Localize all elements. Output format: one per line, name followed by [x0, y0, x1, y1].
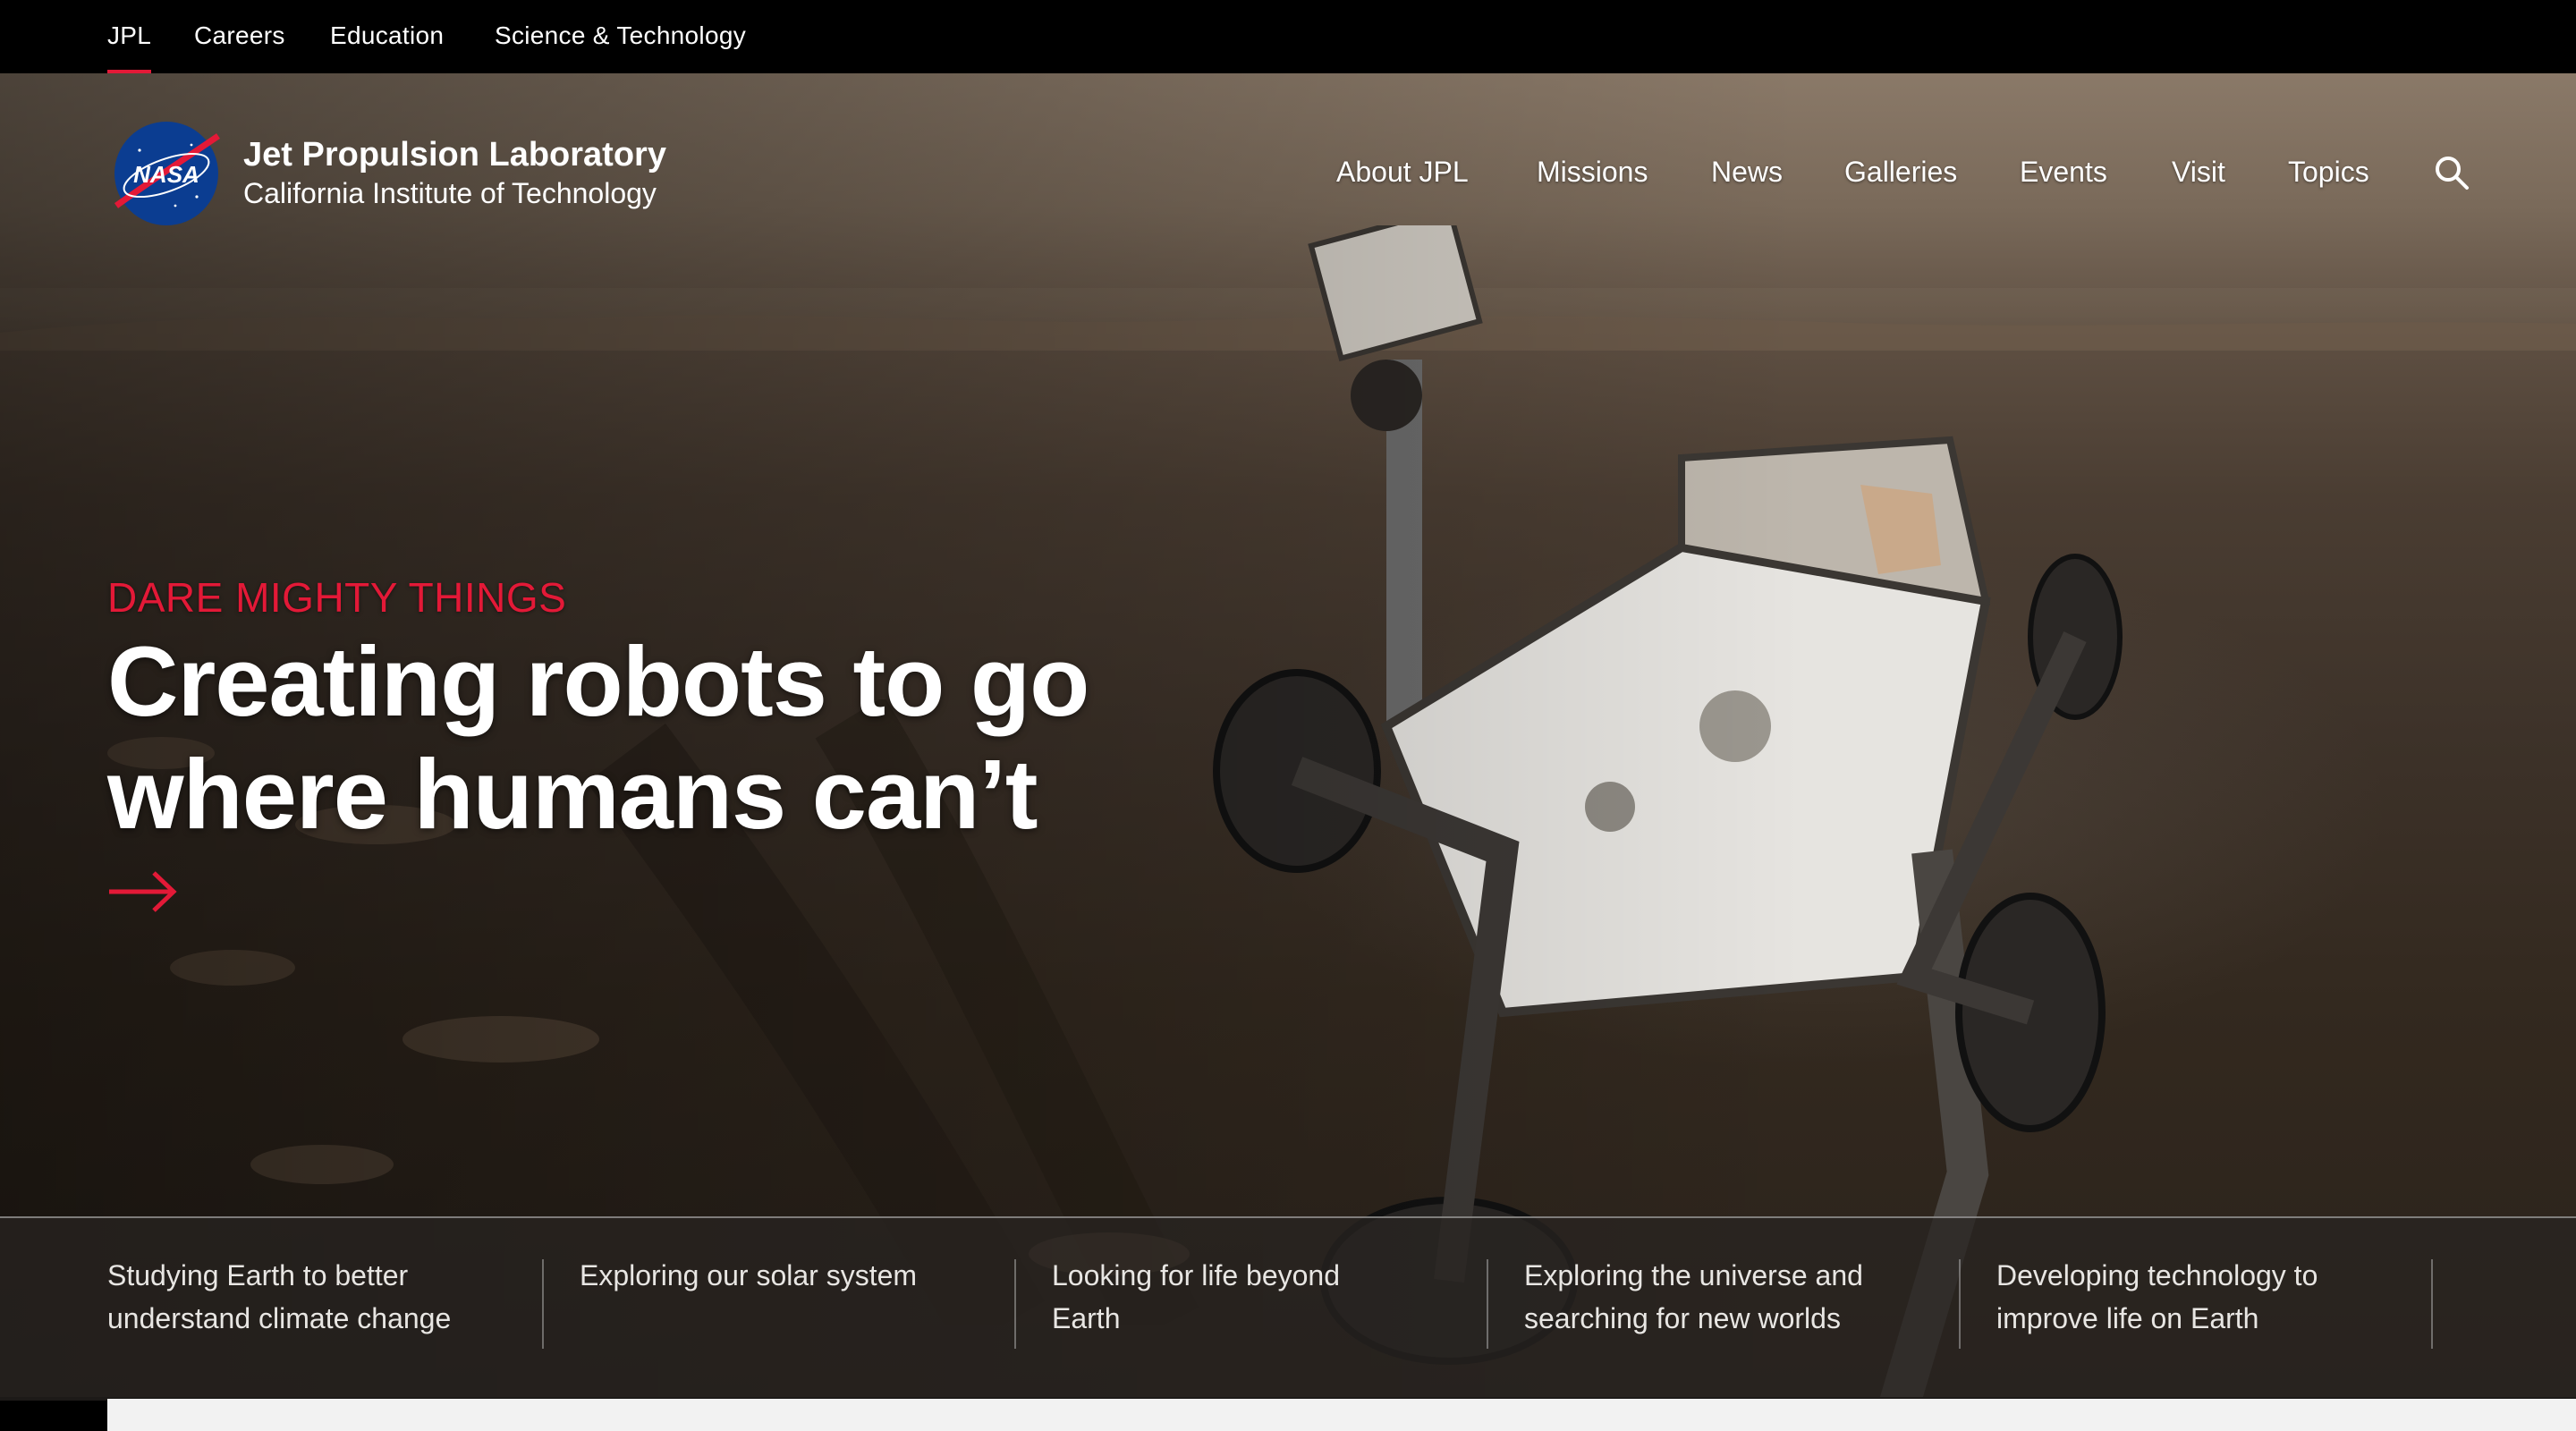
topic-earth-climate[interactable]: Studying Earth to better understand clim…	[107, 1254, 501, 1340]
top-link-careers[interactable]: Careers	[194, 20, 285, 52]
hero-headline-line-1: Creating robots to go	[107, 627, 1089, 737]
topic-divider	[1959, 1259, 1961, 1349]
search-icon[interactable]	[2433, 154, 2470, 191]
top-link-education[interactable]: Education	[330, 20, 444, 52]
topic-divider	[2431, 1259, 2433, 1349]
topic-divider	[542, 1259, 544, 1349]
topic-line-1: Developing technology to	[1996, 1259, 2318, 1291]
topic-solar-system[interactable]: Exploring our solar system	[580, 1254, 973, 1297]
topic-technology-earth[interactable]: Developing technology to improve life on…	[1996, 1254, 2390, 1340]
topic-line-2: Earth	[1052, 1302, 1121, 1334]
top-link-jpl[interactable]: JPL	[107, 20, 152, 73]
topic-life-beyond-earth[interactable]: Looking for life beyond Earth	[1052, 1254, 1445, 1340]
nav-missions[interactable]: Missions	[1537, 152, 1648, 191]
topic-line-1: Exploring our solar system	[580, 1259, 918, 1291]
topic-universe-worlds[interactable]: Exploring the universe and searching for…	[1524, 1254, 1918, 1340]
topic-line-1: Looking for life beyond	[1052, 1259, 1340, 1291]
nav-galleries[interactable]: Galleries	[1844, 152, 1957, 191]
topics-strip: Studying Earth to better understand clim…	[0, 1216, 2576, 1401]
nav-topics[interactable]: Topics	[2288, 152, 2369, 191]
top-link-science-technology[interactable]: Science & Technology	[495, 20, 746, 52]
hero-kicker: DARE MIGHTY THINGS	[107, 574, 567, 621]
nasa-logo[interactable]: NASA	[113, 120, 220, 227]
topic-divider	[1487, 1259, 1488, 1349]
nav-visit[interactable]: Visit	[2172, 152, 2225, 191]
arrow-right-icon[interactable]	[107, 869, 179, 914]
content-panel-top	[107, 1399, 2576, 1431]
nav-about-jpl[interactable]: About JPL	[1336, 152, 1469, 191]
topic-line-2: improve life on Earth	[1996, 1302, 2259, 1334]
hero-headline-line-2: where humans can’t	[107, 740, 1038, 850]
svg-text:NASA: NASA	[133, 161, 199, 188]
top-utility-bar: JPL Careers Education Science & Technolo…	[0, 0, 2576, 73]
nav-news[interactable]: News	[1711, 152, 1783, 191]
hero-headline[interactable]: Creating robots to go where humans can’t	[107, 626, 1225, 851]
brand-subtitle[interactable]: California Institute of Technology	[243, 175, 657, 211]
topic-line-1: Exploring the universe and	[1524, 1259, 1863, 1291]
topic-line-2: understand climate change	[107, 1302, 452, 1334]
topic-line-2: searching for new worlds	[1524, 1302, 1841, 1334]
topic-line-1: Studying Earth to better	[107, 1259, 409, 1291]
brand-title[interactable]: Jet Propulsion Laboratory	[243, 134, 666, 175]
nav-events[interactable]: Events	[2020, 152, 2107, 191]
topic-divider	[1014, 1259, 1016, 1349]
